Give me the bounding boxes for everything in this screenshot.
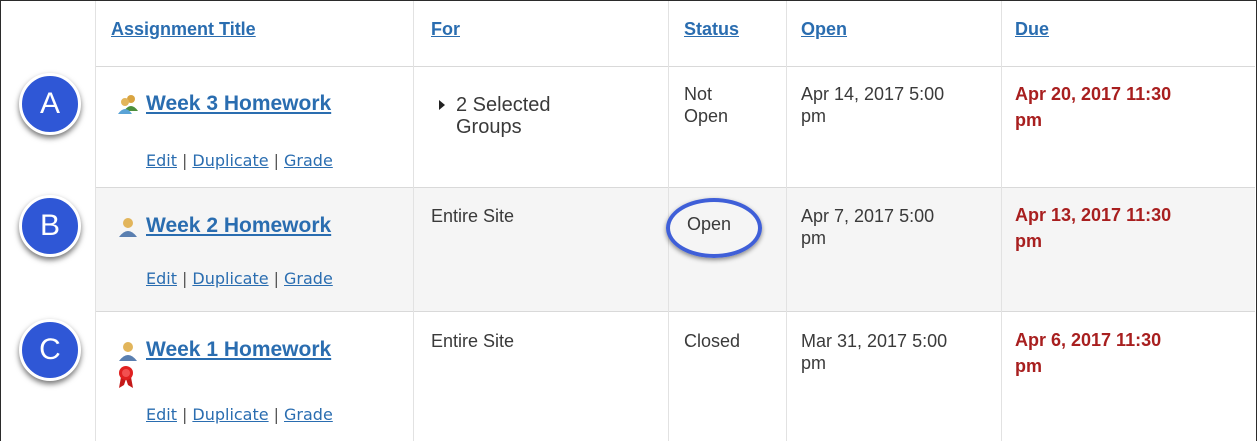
user-icon xyxy=(119,218,137,237)
group-users-icon xyxy=(118,95,138,114)
award-ribbon-icon xyxy=(119,366,133,388)
expand-caret-icon[interactable] xyxy=(439,100,445,110)
grade-link[interactable]: Grade xyxy=(284,269,333,288)
status-text: Open xyxy=(687,214,732,234)
duplicate-link[interactable]: Duplicate xyxy=(192,405,268,424)
user-icon xyxy=(119,342,137,361)
duplicate-link[interactable]: Duplicate xyxy=(192,269,268,288)
column-header-for[interactable]: For xyxy=(431,19,460,40)
row-actions: Edit | Duplicate | Grade xyxy=(146,405,333,424)
column-header-due[interactable]: Due xyxy=(1015,19,1049,40)
assignment-title-link[interactable]: Week 1 Homework xyxy=(146,338,331,362)
open-date: Mar 31, 2017 5:00 pm xyxy=(801,331,948,373)
due-date: Apr 6, 2017 11:30 pm xyxy=(1015,330,1162,376)
status-text: Closed xyxy=(684,331,741,351)
due-date: Apr 13, 2017 11:30 pm xyxy=(1015,205,1172,251)
due-date: Apr 20, 2017 11:30 pm xyxy=(1015,84,1172,130)
for-text: Entire Site xyxy=(431,206,515,226)
column-header-open[interactable]: Open xyxy=(801,19,847,40)
callout-badge-c: C xyxy=(19,319,81,381)
column-divider xyxy=(95,1,96,441)
column-header-status[interactable]: Status xyxy=(684,19,739,40)
column-divider xyxy=(786,1,787,441)
open-date: Apr 14, 2017 5:00 pm xyxy=(801,84,945,126)
callout-badge-b: B xyxy=(19,195,81,257)
row-actions: Edit | Duplicate | Grade xyxy=(146,269,333,288)
edit-link[interactable]: Edit xyxy=(146,405,177,424)
grade-link[interactable]: Grade xyxy=(284,405,333,424)
assignment-title-link[interactable]: Week 2 Homework xyxy=(146,214,331,238)
column-divider xyxy=(413,1,414,441)
assignments-table: Assignment Title For Status Open Due A W… xyxy=(0,0,1257,441)
grade-link[interactable]: Grade xyxy=(284,151,333,170)
column-header-title[interactable]: Assignment Title xyxy=(111,19,256,40)
edit-link[interactable]: Edit xyxy=(146,269,177,288)
row-actions: Edit | Duplicate | Grade xyxy=(146,151,333,170)
column-divider xyxy=(1001,1,1002,441)
for-groups[interactable]: 2 Selected Groups xyxy=(456,94,551,138)
status-text: Not Open xyxy=(684,84,729,126)
for-text: Entire Site xyxy=(431,331,515,351)
open-date: Apr 7, 2017 5:00 pm xyxy=(801,206,935,248)
edit-link[interactable]: Edit xyxy=(146,151,177,170)
duplicate-link[interactable]: Duplicate xyxy=(192,151,268,170)
assignment-title-link[interactable]: Week 3 Homework xyxy=(146,92,331,116)
callout-badge-a: A xyxy=(19,73,81,135)
